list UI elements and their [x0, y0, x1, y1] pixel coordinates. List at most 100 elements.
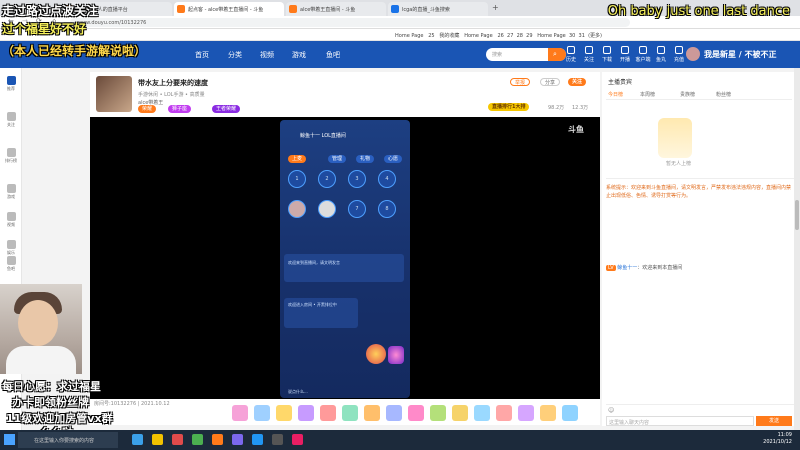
edge-icon[interactable] [132, 434, 143, 445]
room-subtitle: 手游休闲 • LOL手游 • 高质量 [138, 92, 205, 98]
taskbar-clock[interactable]: 11:09 2021/10/12 [763, 432, 792, 446]
seat-avatar [288, 200, 306, 218]
user-avatar[interactable] [686, 47, 700, 61]
system-notice: 系统提示：欢迎来到斗鱼直播间，请文明发言，严禁发布违法违规内容，直播间内禁止出现… [606, 185, 792, 199]
header-download[interactable]: 下载 [598, 46, 616, 63]
send-button[interactable]: 发送 [756, 416, 792, 426]
gift-item[interactable] [518, 405, 534, 421]
folder-icon[interactable] [152, 434, 163, 445]
tab-week[interactable]: 本周榜 [640, 91, 655, 98]
nav-category[interactable]: 分类 [228, 50, 242, 60]
nav-home[interactable]: 首页 [195, 50, 209, 60]
page-scrollbar[interactable] [794, 68, 800, 430]
divider [606, 404, 794, 405]
chat-message: LV 鲸鱼十一：欢迎来到本直播间 [606, 265, 683, 271]
gift-item[interactable] [342, 405, 358, 421]
star-icon [6, 76, 16, 85]
gift-item[interactable] [474, 405, 490, 421]
sidebar-item-game[interactable]: 游戏 [3, 184, 19, 200]
scrollbar-thumb[interactable] [795, 200, 799, 230]
gift-item[interactable] [276, 405, 292, 421]
rank-badge[interactable]: 直播排行1大排 [488, 103, 530, 111]
sidebar-item-video[interactable]: 视频 [3, 212, 19, 228]
play-icon [6, 212, 16, 221]
gift-item[interactable] [562, 405, 578, 421]
obs-icon[interactable] [272, 434, 283, 445]
emoji-icon[interactable]: ☺ [608, 407, 614, 414]
douyu-app-icon[interactable] [212, 434, 223, 445]
tab-fans[interactable]: 粉丝榜 [716, 91, 731, 98]
overlay-text: 每日心愿：求过福星 [2, 380, 101, 393]
gift-item[interactable] [364, 405, 380, 421]
header-follow[interactable]: 关注 [580, 46, 598, 63]
gift-item[interactable] [320, 405, 336, 421]
follow-button[interactable]: 关注 [568, 78, 587, 86]
room-id-line: 房间号:10132276 | 2021.10.12 [94, 401, 170, 407]
overlay-text: 办卡即领粉丝牌 [12, 396, 89, 409]
taskbar-search[interactable]: 在这里输入你要搜索的内容 [18, 432, 118, 448]
fish-icon [6, 256, 16, 265]
gift-item[interactable] [430, 405, 446, 421]
phone-chat-text: 欢迎进入房间 • 开黑排位中 [288, 302, 337, 307]
music-icon [6, 240, 16, 249]
tab-today[interactable]: 今日榜 [608, 91, 623, 98]
seat-icon: 2 [318, 170, 336, 188]
user-tag[interactable]: 我是新星 / 不被不正 [704, 49, 777, 60]
url-input[interactable]: www.douyu.com/10132276 [70, 18, 630, 27]
report-button[interactable]: 举报 [510, 78, 531, 86]
nav-yuba[interactable]: 鱼吧 [326, 50, 340, 60]
stat-value: 98.2万 [548, 105, 565, 111]
bookmark-list[interactable]: Home Page 25 我的收藏 Home Page 26 27 28 29 … [395, 32, 602, 39]
gift-item[interactable] [254, 405, 270, 421]
sidebar-item-recommend[interactable]: 推荐 [3, 76, 19, 92]
windows-start-icon[interactable] [4, 434, 15, 445]
browser-tab[interactable]: alce带着王直播间 - 斗鱼 [286, 2, 386, 16]
app-icon[interactable] [292, 434, 303, 445]
nav-games[interactable]: 游戏 [292, 50, 306, 60]
app-icon[interactable] [232, 434, 243, 445]
heart-icon [585, 46, 593, 54]
sidebar-item-follow[interactable]: 关注 [3, 112, 19, 128]
divider [606, 178, 794, 179]
phone-button: 礼物 [356, 155, 375, 163]
streamer-avatar[interactable] [96, 76, 132, 112]
browser-tab[interactable]: lcga的直播_斗鱼搜索 [388, 2, 488, 16]
phone-chat-text: 欢迎来到直播间，请文明发言 [288, 260, 340, 265]
header-client[interactable]: 客户端 [634, 46, 652, 63]
gift-item[interactable] [540, 405, 556, 421]
gift-item[interactable] [386, 405, 402, 421]
gift-item[interactable] [452, 405, 468, 421]
history-icon [567, 46, 575, 54]
tag-badge[interactable]: 狮子座 [168, 105, 192, 113]
browser-tab-active[interactable]: 起点客 - alce带着王直播间 - 斗鱼 [174, 2, 284, 16]
gift-item[interactable] [408, 405, 424, 421]
sidebar-item-rank[interactable]: 排行榜 [3, 148, 19, 164]
sidebar-item-yuba[interactable]: 鱼吧 [3, 256, 19, 272]
seat-icon: 7 [348, 200, 366, 218]
app-icon[interactable] [192, 434, 203, 445]
header-fishball[interactable]: 鱼丸 [652, 46, 670, 63]
share-button[interactable]: 分享 [540, 78, 561, 86]
app-icon[interactable] [172, 434, 183, 445]
search-favicon-icon [391, 5, 399, 13]
nav-video[interactable]: 视频 [260, 50, 274, 60]
tag-badge[interactable]: 王者荣耀 [212, 105, 241, 113]
gift-item[interactable] [232, 405, 248, 421]
overlay-text: 过个福星好不好 [2, 22, 87, 36]
new-tab-icon[interactable]: + [492, 3, 499, 12]
webcam-person-face [18, 300, 58, 346]
overlay-text: （本人已经转手游解说啦） [2, 44, 147, 58]
phone-button: 管理 [328, 155, 347, 163]
gift-item[interactable] [496, 405, 512, 421]
header-history[interactable]: 历史 [562, 46, 580, 63]
tab-noble[interactable]: 贵族榜 [680, 91, 695, 98]
header-stream[interactable]: 开播 [616, 46, 634, 63]
panel-label: 主播贵宾 [608, 79, 633, 86]
tag-badge[interactable]: 荣耀 [138, 105, 157, 113]
seat-icon: 3 [348, 170, 366, 188]
chat-input[interactable]: 这里输入聊天内容 [606, 416, 754, 426]
chrome-icon[interactable] [252, 434, 263, 445]
douyu-favicon-icon [177, 5, 185, 13]
sidebar-item-fun[interactable]: 娱乐 [3, 240, 19, 256]
gift-item[interactable] [298, 405, 314, 421]
